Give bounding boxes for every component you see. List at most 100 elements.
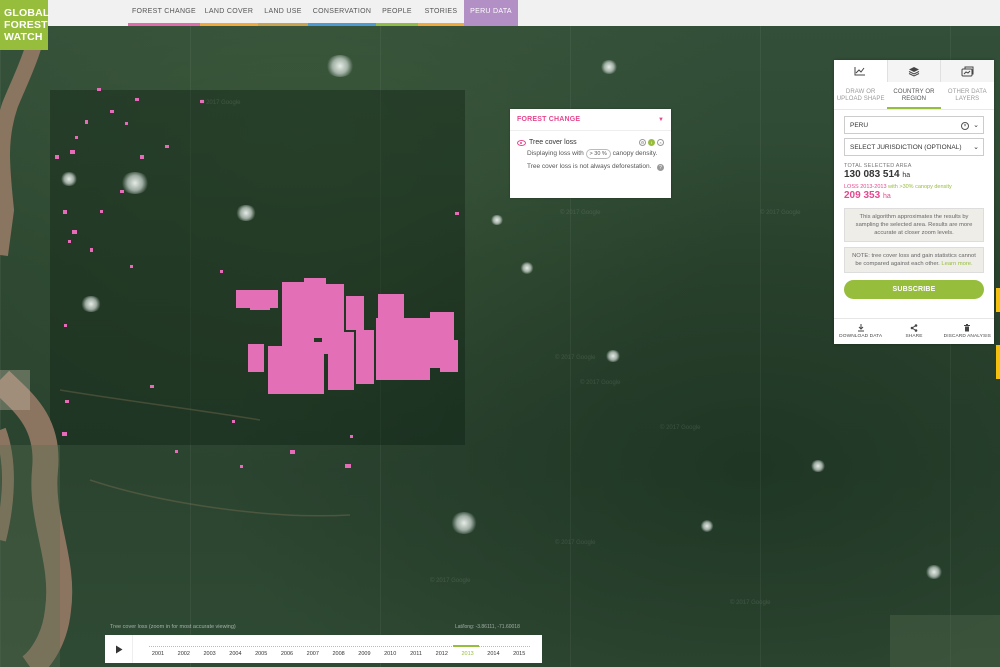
timeline-year-2009[interactable]: 2009 bbox=[358, 651, 370, 657]
nav-tabs: FOREST CHANGE LAND COVER LAND USE CONSER… bbox=[128, 0, 518, 26]
panel-icon-tabs bbox=[834, 60, 994, 82]
chart-icon bbox=[854, 67, 866, 76]
cloud bbox=[600, 60, 618, 74]
subtab-other-layers[interactable]: OTHER DATA LAYERS bbox=[941, 82, 994, 109]
cloud bbox=[810, 460, 826, 472]
play-button[interactable] bbox=[105, 635, 133, 663]
layer-info-icon[interactable]: i bbox=[648, 139, 655, 146]
download-data-button[interactable]: DOWNLOAD DATA bbox=[834, 319, 887, 344]
discard-analysis-button[interactable]: DISCARD ANALYSIS bbox=[941, 319, 994, 344]
map-hint: Tree cover loss (zoom in for most accura… bbox=[110, 624, 236, 630]
jurisdiction-placeholder: SELECT JURISDICTION (OPTIONAL) bbox=[850, 143, 962, 151]
legend-title: FOREST CHANGE bbox=[517, 116, 581, 123]
timeline-year-2014[interactable]: 2014 bbox=[487, 651, 499, 657]
map-watermark: © 2017 Google bbox=[730, 600, 771, 606]
timeline-year-2004[interactable]: 2004 bbox=[229, 651, 241, 657]
subtab-country-region[interactable]: COUNTRY OR REGION bbox=[887, 82, 941, 109]
canopy-threshold-button[interactable]: > 30 % bbox=[585, 149, 611, 159]
timeline-year-2002[interactable]: 2002 bbox=[178, 651, 190, 657]
cloud bbox=[605, 350, 621, 362]
legend-description: Displaying loss with > 30 % canopy densi… bbox=[510, 146, 671, 159]
timeline-years[interactable]: 2001 2002 2003 2004 2005 2006 2007 2008 2009 2010… bbox=[133, 635, 542, 663]
learn-more-link[interactable]: Learn more. bbox=[941, 261, 972, 267]
map-watermark: © 2017 Google bbox=[580, 380, 621, 386]
side-tab[interactable] bbox=[996, 288, 1000, 312]
unit: ha bbox=[902, 172, 911, 179]
nav-tab-forest-change[interactable]: FOREST CHANGE bbox=[128, 0, 200, 26]
timeline-selection[interactable] bbox=[453, 645, 479, 647]
timeline-year-2007[interactable]: 2007 bbox=[307, 651, 319, 657]
nav-tab-land-cover[interactable]: LAND COVER bbox=[200, 0, 258, 26]
loss-value: 209 353 ha bbox=[844, 190, 994, 201]
cloud bbox=[490, 215, 504, 225]
map-watermark: © 2017 Google bbox=[200, 100, 241, 106]
nav-tab-people[interactable]: PEOPLE bbox=[376, 0, 418, 26]
layer-settings-icon[interactable]: ⚙ bbox=[639, 139, 646, 146]
tab-other-analysis[interactable] bbox=[940, 60, 994, 82]
logo-line: WATCH bbox=[4, 31, 43, 43]
cleared-land-area bbox=[890, 615, 1000, 667]
timeline-year-2008[interactable]: 2008 bbox=[332, 651, 344, 657]
panel-actions: DOWNLOAD DATA SHARE DISCARD ANALYSIS bbox=[834, 318, 994, 344]
share-button[interactable]: SHARE bbox=[887, 319, 940, 344]
chevron-down-icon: ⌄ bbox=[973, 144, 979, 151]
side-tab[interactable] bbox=[996, 345, 1000, 379]
legend-header[interactable]: FOREST CHANGE ▼ bbox=[510, 109, 671, 131]
cloud bbox=[120, 172, 150, 194]
map-watermark: © 2017 Google bbox=[560, 210, 601, 216]
question-icon[interactable]: ? bbox=[657, 164, 664, 171]
timeline-year-2006[interactable]: 2006 bbox=[281, 651, 293, 657]
caret-down-icon[interactable]: ▼ bbox=[658, 117, 664, 123]
tab-analysis-chart[interactable] bbox=[834, 60, 887, 82]
timeline-year-2012[interactable]: 2012 bbox=[436, 651, 448, 657]
jurisdiction-select[interactable]: SELECT JURISDICTION (OPTIONAL) ⌄ bbox=[844, 138, 984, 156]
nav-tab-land-use[interactable]: LAND USE bbox=[258, 0, 308, 26]
desc-suffix: canopy density. bbox=[612, 150, 658, 157]
sampling-info-box: This algorithm approximates the results … bbox=[844, 208, 984, 242]
forest-change-legend: FOREST CHANGE ▼ Tree cover loss ⚙ i × Di… bbox=[510, 109, 671, 198]
tab-layers[interactable] bbox=[886, 60, 941, 82]
timeline-year-2015[interactable]: 2015 bbox=[513, 651, 525, 657]
cloud bbox=[520, 262, 534, 274]
nav-tab-peru-data[interactable]: PERU DATA bbox=[464, 0, 518, 26]
cloud bbox=[60, 172, 78, 186]
cleared-land-area bbox=[0, 445, 60, 667]
clear-icon[interactable]: × bbox=[961, 121, 970, 130]
cloud bbox=[235, 205, 257, 221]
cloud bbox=[325, 55, 355, 77]
country-select[interactable]: PERU × ⌄ bbox=[844, 116, 984, 134]
global-forest-watch-logo[interactable]: GLOBAL FOREST WATCH bbox=[0, 0, 50, 50]
coordinates-readout: Lat/long: -3.86111, -71.60018 bbox=[455, 624, 520, 630]
cloud bbox=[925, 565, 943, 579]
analysis-icon bbox=[961, 66, 974, 76]
timeline-year-2010[interactable]: 2010 bbox=[384, 651, 396, 657]
timeline-year-2005[interactable]: 2005 bbox=[255, 651, 267, 657]
legend-note: Tree cover loss is not always deforestat… bbox=[510, 159, 671, 171]
map-watermark: © 2017 Google bbox=[660, 425, 701, 431]
timeline-year-2013[interactable]: 2013 bbox=[461, 651, 473, 657]
download-icon bbox=[857, 324, 864, 332]
cloud bbox=[450, 512, 478, 534]
nav-tab-conservation[interactable]: CONSERVATION bbox=[308, 0, 376, 26]
timeline-year-2003[interactable]: 2003 bbox=[203, 651, 215, 657]
trash-icon bbox=[964, 324, 971, 332]
subscribe-button[interactable]: SUBSCRIBE bbox=[844, 280, 984, 299]
discard-label: DISCARD ANALYSIS bbox=[943, 334, 991, 339]
analysis-panel: DRAW OR UPLOAD SHAPE COUNTRY OR REGION O… bbox=[834, 60, 994, 344]
subtab-draw-upload[interactable]: DRAW OR UPLOAD SHAPE bbox=[834, 82, 887, 109]
eye-icon[interactable] bbox=[517, 139, 526, 146]
top-navigation: FOREST CHANGE LAND COVER LAND USE CONSER… bbox=[0, 0, 1000, 26]
download-label: DOWNLOAD DATA bbox=[839, 334, 883, 339]
logo-line: GLOBAL bbox=[4, 7, 50, 19]
timeline: 2001 2002 2003 2004 2005 2006 2007 2008 2009 2010… bbox=[105, 635, 542, 663]
stats-note-box: NOTE: tree cover loss and gain statistic… bbox=[844, 247, 984, 273]
cloud bbox=[700, 520, 714, 532]
map-watermark: © 2017 Google bbox=[760, 210, 801, 216]
map-watermark: © 2017 Google bbox=[555, 355, 596, 361]
timeline-year-2011[interactable]: 2011 bbox=[410, 651, 422, 657]
timeline-year-2001[interactable]: 2001 bbox=[152, 651, 164, 657]
unit: ha bbox=[882, 193, 891, 200]
layer-remove-icon[interactable]: × bbox=[657, 139, 664, 146]
nav-tab-stories[interactable]: STORIES bbox=[418, 0, 464, 26]
share-label: SHARE bbox=[905, 334, 923, 339]
